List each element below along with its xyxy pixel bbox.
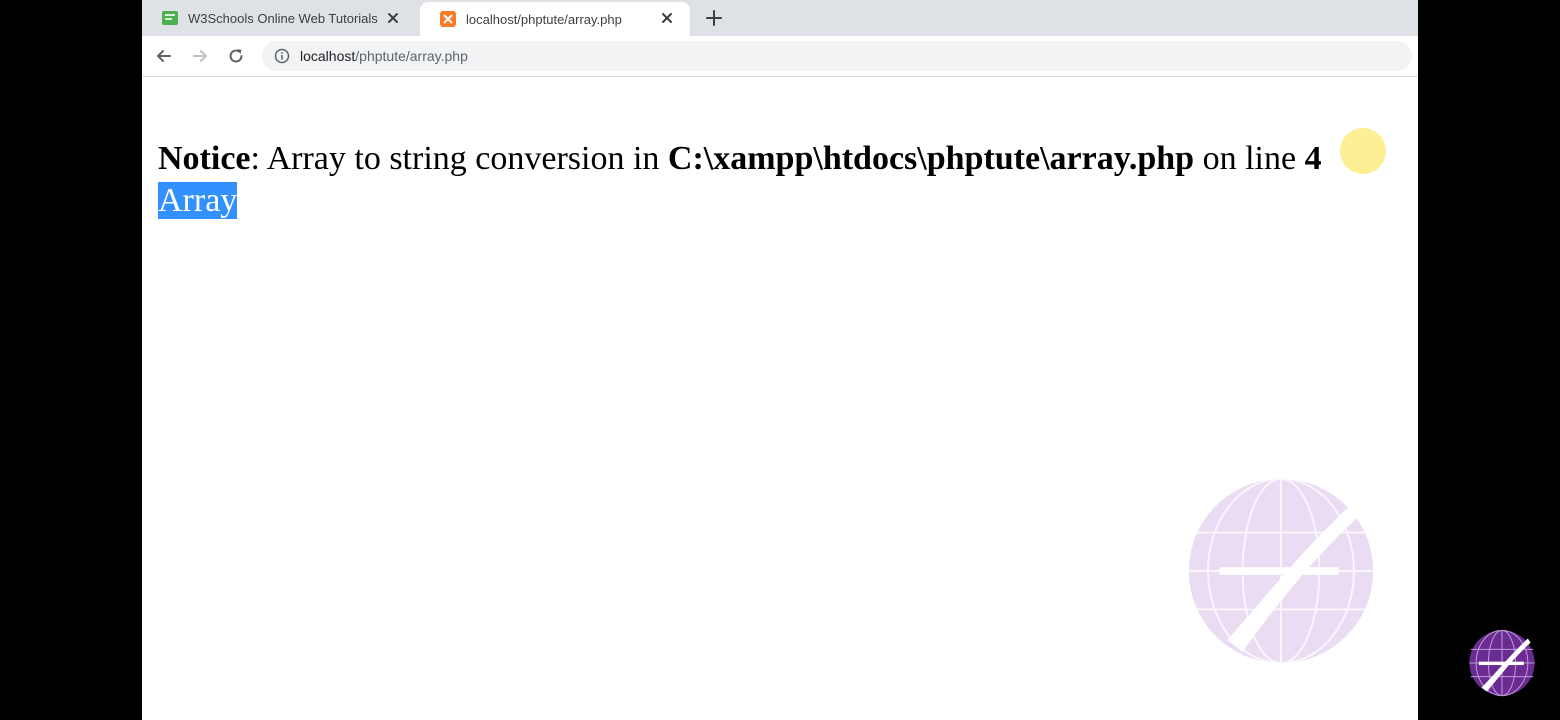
notice-message: : Array to string conversion in bbox=[250, 140, 668, 177]
site-info-icon[interactable] bbox=[274, 48, 290, 64]
notice-label: Notice bbox=[158, 140, 251, 177]
notice-file-path: C:\xampp\htdocs\phptute\array.php bbox=[667, 140, 1195, 177]
url-path: /phptute/array.php bbox=[355, 48, 468, 64]
tab-strip: W3Schools Online Web Tutorials localhost… bbox=[142, 0, 1418, 36]
page-content: Notice: Array to string conversion in C:… bbox=[158, 138, 1408, 222]
url-text[interactable]: localhost/phptute/array.php bbox=[300, 48, 468, 64]
url-host: localhost bbox=[300, 48, 356, 64]
channel-logo-icon bbox=[1469, 629, 1535, 697]
tab-title: W3Schools Online Web Tutorials bbox=[188, 10, 378, 26]
reload-icon[interactable] bbox=[226, 46, 246, 66]
globe-watermark-icon bbox=[1188, 477, 1374, 665]
xampp-icon bbox=[440, 11, 456, 27]
notice-line-number: 4 bbox=[1304, 140, 1322, 177]
tab-array-php[interactable]: localhost/phptute/array.php bbox=[420, 2, 690, 36]
cursor-highlight bbox=[1340, 128, 1386, 174]
selected-output-text[interactable]: Array bbox=[158, 182, 238, 219]
tab-w3schools[interactable]: W3Schools Online Web Tutorials bbox=[142, 0, 416, 36]
close-tab-icon[interactable] bbox=[386, 11, 400, 25]
new-tab-plus-icon[interactable] bbox=[704, 8, 724, 28]
php-notice: Notice: Array to string conversion in C:… bbox=[158, 138, 1408, 180]
close-tab-icon[interactable] bbox=[660, 11, 674, 25]
browser-toolbar: localhost/phptute/array.php bbox=[142, 36, 1418, 77]
forward-arrow-icon[interactable] bbox=[190, 46, 210, 66]
output-line: Array bbox=[158, 180, 1408, 222]
w3schools-icon bbox=[162, 11, 178, 25]
notice-on-line: on line bbox=[1194, 140, 1305, 177]
back-arrow-icon[interactable] bbox=[154, 46, 174, 66]
address-bar[interactable]: localhost/phptute/array.php bbox=[262, 41, 1412, 71]
tab-title: localhost/phptute/array.php bbox=[466, 11, 622, 27]
browser-window: W3Schools Online Web Tutorials localhost… bbox=[142, 0, 1418, 720]
